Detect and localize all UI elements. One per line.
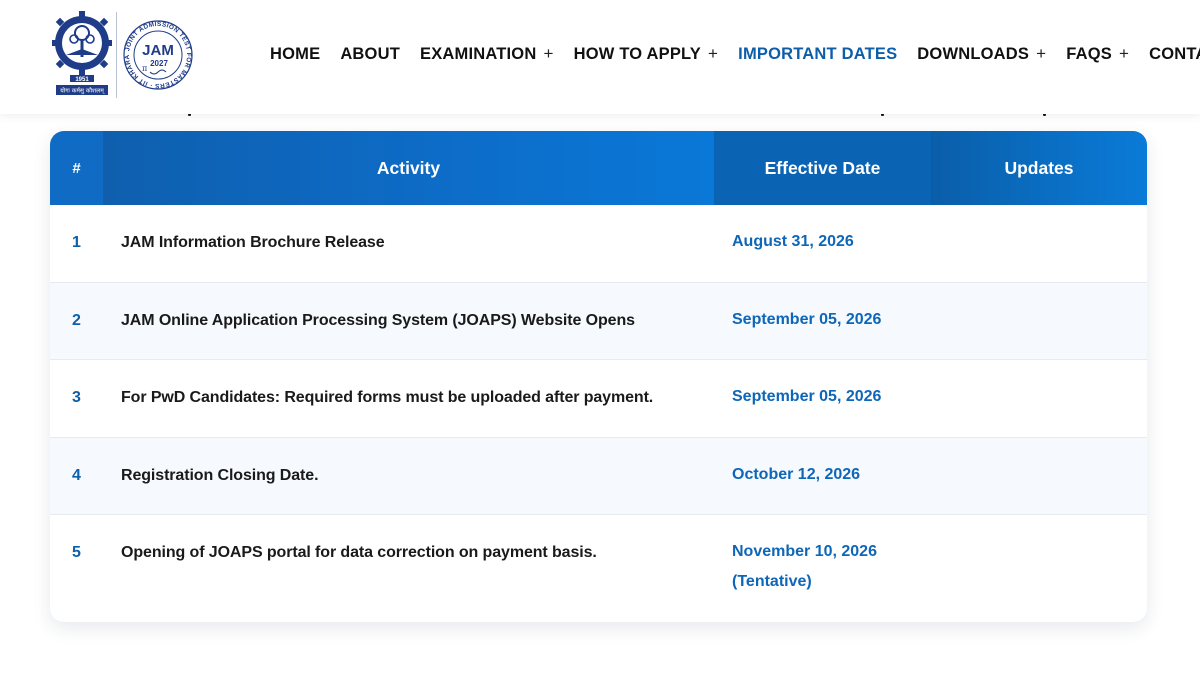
row-effective-date: September 05, 2026 (732, 382, 881, 412)
date-text: November 10, 2026 (732, 543, 877, 560)
table-row: 3 For PwD Candidates: Required forms mus… (50, 360, 1147, 438)
logo-group[interactable]: 1951 योगः कर्मसु कौशलम् JOINT ADMISSION … (52, 8, 196, 102)
row-activity: JAM Online Application Processing System… (121, 311, 635, 329)
nav-label: ABOUT (340, 44, 400, 63)
nav-home[interactable]: HOME (270, 45, 320, 64)
iit-kharagpur-logo-icon[interactable]: 1951 योगः कर्मसु कौशलम् (52, 9, 112, 101)
logo-divider (116, 12, 117, 98)
nav-label: EXAMINATION (419, 44, 537, 63)
date-text: September 05, 2026 (732, 388, 882, 405)
important-dates-table: # Activity Effective Date Updates 1 JAM … (50, 131, 1147, 622)
row-effective-date: August 31, 2026 (732, 227, 854, 257)
nav-how-to-apply[interactable]: HOW TO APPLY + (574, 44, 719, 64)
nav-label: HOW TO APPLY (573, 44, 702, 63)
nav-faqs[interactable]: FAQS + (1066, 44, 1129, 64)
column-header-number: # (50, 131, 103, 205)
table-body: 1 JAM Information Brochure Release Augus… (50, 205, 1147, 622)
logo-year: 1951 (75, 77, 89, 83)
table-row: 1 JAM Information Brochure Release Augus… (50, 205, 1147, 283)
table-row: 2 JAM Online Application Processing Syst… (50, 282, 1147, 360)
logo-jam-text: JAM (142, 42, 174, 59)
nav-label: DOWNLOADS (917, 44, 1030, 63)
column-header-activity: Activity (103, 131, 714, 205)
row-effective-date: November 10, 2026 (Tentative) (732, 537, 877, 597)
plus-icon[interactable]: + (1036, 44, 1046, 64)
nav-label: IMPORTANT DATES (738, 44, 898, 63)
table-row: 5 Opening of JOAPS portal for data corre… (50, 515, 1147, 622)
tentative-note: (Tentative) (732, 573, 812, 590)
nav-contact[interactable]: CONTACT (1149, 45, 1200, 64)
nav-label: HOME (270, 44, 321, 63)
column-header-effective-date: Effective Date (714, 131, 931, 205)
plus-icon[interactable]: + (543, 44, 553, 64)
row-effective-date: October 12, 2026 (732, 460, 860, 490)
nav-examination[interactable]: EXAMINATION + (420, 44, 554, 64)
table-header: # Activity Effective Date Updates (50, 131, 1147, 205)
row-activity: Opening of JOAPS portal for data correct… (121, 544, 597, 561)
row-number: 4 (72, 466, 81, 484)
date-text: September 05, 2026 (732, 310, 882, 328)
row-activity: For PwD Candidates: Required forms must … (121, 389, 654, 406)
nav-downloads[interactable]: DOWNLOADS + (917, 44, 1046, 64)
nav-about[interactable]: ABOUT (340, 45, 400, 64)
logo-motto: योगः कर्मसु कौशलम् (60, 87, 105, 95)
row-number: 2 (72, 311, 81, 329)
jam-2027-logo-icon[interactable]: JOINT ADMISSION TEST FOR MASTERS · IIT K… (120, 9, 196, 101)
svg-text:π: π (142, 64, 147, 73)
date-text: August 31, 2026 (732, 233, 854, 250)
row-activity: Registration Closing Date. (121, 466, 319, 484)
column-header-updates: Updates (931, 131, 1147, 205)
row-number: 3 (72, 389, 81, 406)
nav-important-dates[interactable]: IMPORTANT DATES (738, 45, 897, 64)
main-nav: HOME ABOUT EXAMINATION + HOW TO APPLY + IM… (270, 42, 1200, 66)
site-header: 1951 योगः कर्मसु कौशलम् JOINT ADMISSION … (0, 0, 1200, 114)
date-text: October 12, 2026 (732, 465, 861, 483)
row-effective-date: September 05, 2026 (732, 305, 881, 335)
row-number: 5 (72, 544, 81, 561)
nav-label: CONTACT (1149, 44, 1200, 63)
table-row: 4 Registration Closing Date. October 12,… (50, 437, 1147, 515)
row-number: 1 (72, 234, 81, 251)
logo-jam-year: 2027 (150, 59, 168, 68)
plus-icon[interactable]: + (708, 44, 718, 64)
nav-label: FAQS (1066, 44, 1112, 63)
plus-icon[interactable]: + (1119, 44, 1129, 64)
row-activity: JAM Information Brochure Release (121, 234, 385, 251)
